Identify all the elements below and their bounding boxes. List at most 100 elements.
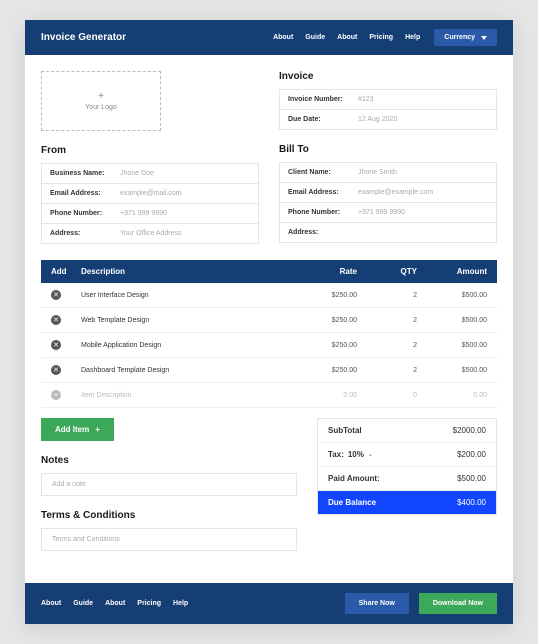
due-date-input[interactable]: 12 Aug 2020 [358, 116, 488, 123]
top-bar: Invoice Generator About Guide About Pric… [25, 20, 513, 55]
header-rate: Rate [287, 267, 357, 276]
tax-label: Tax: 10% ⌄ [328, 450, 416, 459]
tax-value: $200.00 [416, 450, 486, 459]
billto-fields: Client Name:Jhone Smith Email Address:ex… [279, 162, 497, 243]
notes-title: Notes [41, 455, 297, 466]
nav-guide[interactable]: Guide [305, 34, 325, 41]
nav-about-2[interactable]: About [337, 34, 357, 41]
table-row-placeholder: +Item Description0.0000.00 [41, 383, 497, 408]
currency-dropdown[interactable]: Currency [434, 29, 497, 46]
row-qty-placeholder[interactable]: 0 [357, 392, 417, 399]
add-item-button[interactable]: Add Item+ [41, 418, 114, 441]
from-fields: Business Name:Jhone Doe Email Address:ex… [41, 163, 259, 244]
remove-row-icon[interactable]: ✕ [51, 365, 61, 375]
chevron-down-icon[interactable]: ⌄ [368, 451, 373, 458]
row-rate[interactable]: $250.00 [287, 367, 357, 374]
from-business-label: Business Name: [50, 170, 120, 177]
header-desc: Description [81, 267, 287, 276]
due-date-label: Due Date: [288, 116, 358, 123]
from-address-label: Address: [50, 230, 120, 237]
row-rate[interactable]: $250.00 [287, 317, 357, 324]
add-row-icon[interactable]: + [51, 390, 61, 400]
top-nav: About Guide About Pricing Help [273, 34, 420, 41]
row-desc[interactable]: Mobile Application Design [81, 342, 287, 349]
table-header: Add Description Rate QTY Amount [41, 260, 497, 283]
from-email-input[interactable]: example@mail.com [120, 190, 250, 197]
from-business-input[interactable]: Jhone Doe [120, 170, 250, 177]
table-row: ✕ Dashboard Template Design$250.002$500.0… [41, 358, 497, 383]
footer-nav: About Guide About Pricing Help [41, 600, 188, 607]
row-qty[interactable]: 2 [357, 367, 417, 374]
invoice-fields: Invoice Number:#123 Due Date:12 Aug 2020 [279, 89, 497, 130]
items-table: Add Description Rate QTY Amount ✕ User In… [41, 260, 497, 408]
footer-bar: About Guide About Pricing Help Share Now… [25, 583, 513, 624]
row-desc[interactable]: User Interface Design [81, 292, 287, 299]
remove-row-icon[interactable]: ✕ [51, 340, 61, 350]
notes-input[interactable]: Add a note [41, 473, 297, 496]
logo-upload[interactable]: + Your Logo [41, 71, 161, 131]
table-row: ✕ Mobile Application Design$250.002$500.0… [41, 333, 497, 358]
remove-row-icon[interactable]: ✕ [51, 315, 61, 325]
row-qty[interactable]: 2 [357, 317, 417, 324]
paid-value[interactable]: $500.00 [416, 474, 486, 483]
terms-input[interactable]: Terms and Conditions [41, 528, 297, 551]
header-amount: Amount [417, 267, 487, 276]
client-email-input[interactable]: example@example.com [358, 189, 488, 196]
row-desc[interactable]: Dashboard Template Design [81, 367, 287, 374]
from-address-input[interactable]: Your Office Address [120, 230, 250, 237]
row-amount: $500.00 [417, 367, 487, 374]
totals-box: SubTotal$2000.00 Tax: 10% ⌄$200.00 Paid … [317, 418, 497, 515]
balance-label: Due Balance [328, 498, 416, 507]
from-email-label: Email Address: [50, 190, 120, 197]
nav-help[interactable]: Help [405, 34, 420, 41]
client-phone-input[interactable]: +971 999 9990 [358, 209, 488, 216]
row-rate[interactable]: $250.00 [287, 292, 357, 299]
row-rate-placeholder[interactable]: 0.00 [287, 392, 357, 399]
balance-value: $400.00 [416, 498, 486, 507]
row-rate[interactable]: $250.00 [287, 342, 357, 349]
currency-label: Currency [444, 34, 475, 41]
remove-row-icon[interactable]: ✕ [51, 290, 61, 300]
client-phone-label: Phone Number: [288, 209, 358, 216]
invoice-title: Invoice [279, 71, 497, 82]
main-content: + Your Logo From Business Name:Jhone Doe… [25, 55, 513, 567]
chevron-down-icon [481, 36, 487, 40]
subtotal-value: $2000.00 [416, 426, 486, 435]
row-desc[interactable]: Web Template Design [81, 317, 287, 324]
app-container: Invoice Generator About Guide About Pric… [25, 20, 513, 624]
share-button[interactable]: Share Now [345, 593, 409, 614]
plus-icon: + [98, 91, 104, 102]
header-qty: QTY [357, 267, 417, 276]
footer-about-2[interactable]: About [105, 600, 125, 607]
table-row: ✕ Web Template Design$250.002$500.00 [41, 308, 497, 333]
row-desc-placeholder[interactable]: Item Description [81, 392, 287, 399]
nav-about[interactable]: About [273, 34, 293, 41]
row-qty[interactable]: 2 [357, 292, 417, 299]
invoice-number-input[interactable]: #123 [358, 96, 488, 103]
table-row: ✕ User Interface Design$250.002$500.00 [41, 283, 497, 308]
client-name-input[interactable]: Jhone Smith [358, 169, 488, 176]
terms-title: Terms & Conditions [41, 510, 297, 521]
nav-pricing[interactable]: Pricing [369, 34, 393, 41]
brand-title: Invoice Generator [41, 32, 126, 43]
billto-title: Bill To [279, 144, 497, 155]
footer-help[interactable]: Help [173, 600, 188, 607]
footer-guide[interactable]: Guide [73, 600, 93, 607]
row-qty[interactable]: 2 [357, 342, 417, 349]
footer-pricing[interactable]: Pricing [137, 600, 161, 607]
from-phone-input[interactable]: +971 999 9990 [120, 210, 250, 217]
row-amount-placeholder: 0.00 [417, 392, 487, 399]
footer-about[interactable]: About [41, 600, 61, 607]
paid-label: Paid Amount: [328, 474, 416, 483]
row-amount: $500.00 [417, 317, 487, 324]
row-amount: $500.00 [417, 292, 487, 299]
download-button[interactable]: Download Now [419, 593, 497, 614]
logo-label: Your Logo [85, 104, 117, 111]
client-name-label: Client Name: [288, 169, 358, 176]
from-title: From [41, 145, 259, 156]
from-phone-label: Phone Number: [50, 210, 120, 217]
client-address-input[interactable] [358, 229, 488, 236]
row-amount: $500.00 [417, 342, 487, 349]
header-add: Add [51, 267, 81, 276]
client-email-label: Email Address: [288, 189, 358, 196]
